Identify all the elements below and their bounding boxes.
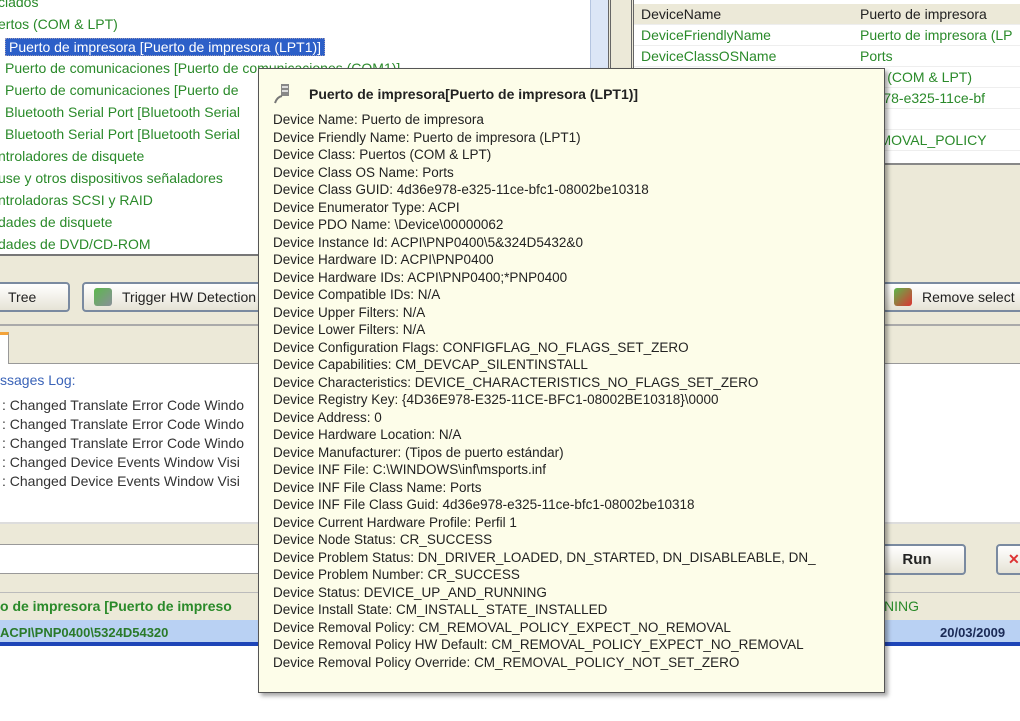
messages-log-label: ssages Log: [0, 372, 76, 388]
tree-button-label: Tree [8, 289, 37, 305]
tooltip-line: Device Compatible IDs: N/A [273, 287, 441, 302]
tree-item[interactable]: dades de disquete [0, 214, 112, 230]
tree-item[interactable]: clados [0, 0, 38, 10]
log-line: : Changed Translate Error Code Windo [2, 416, 245, 432]
cancel-button[interactable]: ✕ [996, 544, 1020, 575]
property-value: Puerto de impresora [860, 6, 987, 22]
tree-item[interactable]: ntroladores de disquete [0, 148, 144, 164]
property-key: DeviceClassOSName [641, 48, 777, 64]
tooltip-line: Device Address: 0 [273, 409, 382, 425]
date-label: 20/03/2009 [940, 625, 1006, 640]
trigger-hw-detection-button[interactable]: Trigger HW Detection [82, 282, 272, 312]
tree-item[interactable]: use y otros dispositivos señaladores [0, 170, 223, 186]
tree-item[interactable]: ntroladoras SCSI y RAID [0, 192, 153, 208]
tooltip-line: Device Hardware Location: N/A [273, 427, 462, 442]
instance-id: ACPI\PNP0400\5324D54320 [0, 625, 169, 640]
property-value: Ports [860, 48, 893, 64]
tooltip-line: Device Lower Filters: N/A [273, 322, 426, 337]
hardware-detect-icon [94, 288, 112, 306]
tooltip-line: Device INF File Class Guid: 4d36e978-e32… [273, 497, 695, 512]
tooltip-line: Device Name: Puerto de impresora [273, 112, 484, 127]
tooltip-line: Device Enumerator Type: ACPI [273, 199, 460, 215]
tooltip-title: Puerto de impresora[Puerto de impresora … [309, 86, 639, 102]
tooltip-line: Device Upper Filters: N/A [273, 304, 426, 320]
run-button-label: Run [902, 551, 932, 568]
property-row[interactable]: DeviceFriendlyName Puerto de impresora (L… [634, 25, 1020, 46]
remove-device-icon [894, 288, 912, 306]
log-line: : Changed Translate Error Code Windo [2, 397, 245, 413]
remove-button-label: Remove select [922, 289, 1015, 305]
tooltip-line: Device Capabilities: CM_DEVCAP_SILENTINS… [273, 357, 588, 372]
log-line: : Changed Device Events Window Visi [2, 473, 240, 489]
tooltip-line: Device INF File: C:\WINDOWS\inf\msports.… [273, 462, 547, 477]
tree-item[interactable]: Bluetooth Serial Port [Bluetooth Serial [5, 104, 240, 120]
trigger-button-label: Trigger HW Detection [122, 289, 257, 305]
tree-item[interactable]: Puerto de comunicaciones [Puerto de [5, 82, 238, 98]
tooltip-line: Device Removal Policy Override: CM_REMOV… [273, 654, 740, 670]
property-key: DeviceFriendlyName [641, 27, 771, 43]
device-tooltip: Puerto de impresora[Puerto de impresora … [258, 68, 885, 693]
property-value: Puerto de impresora (LP [860, 27, 1013, 43]
status-state: NING [884, 598, 919, 614]
tooltip-line: Device Friendly Name: Puerto de impresor… [273, 129, 581, 145]
tooltip-line: Device Instance Id: ACPI\PNP0400\5&324D5… [273, 234, 583, 250]
tooltip-line: Device Configuration Flags: CONFIGFLAG_N… [273, 339, 689, 355]
port-device-icon [274, 84, 289, 104]
tooltip-line: Device Current Hardware Profile: Perfil … [273, 514, 517, 530]
tooltip-line: Device Removal Policy HW Default: CM_REM… [273, 637, 804, 652]
tooltip-line: Device Node Status: CR_SUCCESS [273, 532, 493, 547]
tooltip-line: Device PDO Name: \Device\00000062 [273, 217, 504, 232]
property-row[interactable]: DeviceName Puerto de impresora [634, 4, 1020, 25]
status-device: o de impresora [Puerto de impreso [0, 598, 232, 614]
tooltip-line: Device Hardware IDs: ACPI\PNP0400;*PNP04… [273, 269, 568, 285]
tooltip-line: Device Class GUID: 4d36e978-e325-11ce-bf… [273, 182, 649, 197]
tooltip-line: Device Manufacturer: (Tipos de puerto es… [273, 444, 564, 460]
tree-button[interactable]: Tree [0, 282, 70, 312]
tooltip-line: Device INF File Class Name: Ports [273, 479, 482, 495]
property-row[interactable]: DeviceClassOSName Ports [634, 46, 1020, 67]
tooltip-line: Device Removal Policy: CM_REMOVAL_POLICY… [273, 619, 731, 635]
property-key: DeviceName [641, 6, 722, 22]
tooltip-line: Device Hardware ID: ACPI\PNP0400 [273, 252, 494, 267]
close-icon: ✕ [1008, 551, 1020, 567]
tooltip-line: Device Characteristics: DEVICE_CHARACTER… [273, 374, 759, 390]
tooltip-line: Device Status: DEVICE_UP_AND_RUNNING [273, 584, 547, 600]
tooltip-line: Device Problem Status: DN_DRIVER_LOADED,… [273, 549, 816, 565]
tree-item[interactable]: ertos (COM & LPT) [0, 16, 118, 32]
tooltip-line: Device Install State: CM_INSTALL_STATE_I… [273, 602, 608, 617]
log-line: : Changed Device Events Window Visi [2, 454, 240, 470]
tooltip-line: Device Problem Number: CR_SUCCESS [273, 567, 520, 582]
remove-selected-button[interactable]: Remove select [882, 282, 1020, 312]
tree-item[interactable]: Bluetooth Serial Port [Bluetooth Serial [5, 126, 240, 142]
tree-item[interactable]: dades de DVD/CD-ROM [0, 236, 151, 252]
tooltip-line: Device Class: Puertos (COM & LPT) [273, 147, 492, 162]
tooltip-line: Device Registry Key: {4D36E978-E325-11CE… [273, 392, 719, 407]
log-line: : Changed Translate Error Code Windo [2, 435, 245, 451]
tree-item-selected[interactable]: Puerto de impresora [Puerto de impresora… [5, 38, 326, 56]
tab-messages[interactable] [0, 332, 9, 364]
tooltip-line: Device Class OS Name: Ports [273, 164, 454, 180]
